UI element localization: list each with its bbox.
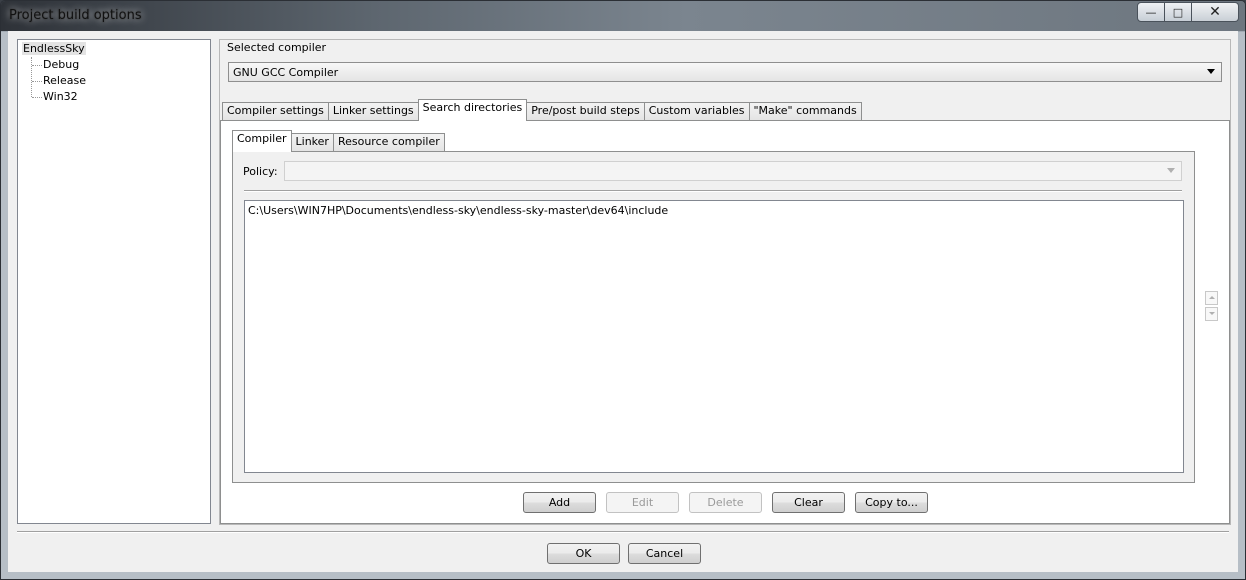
options-panel: Selected compiler GNU GCC Compiler Compi… — [219, 39, 1231, 525]
close-icon: ✕ — [1209, 4, 1221, 20]
minimize-button[interactable]: — — [1137, 2, 1165, 22]
clear-button[interactable]: Clear — [772, 492, 845, 513]
close-button[interactable]: ✕ — [1192, 2, 1239, 22]
edit-button[interactable]: Edit — [606, 492, 679, 513]
tab-compiler-settings[interactable]: Compiler settings — [222, 102, 329, 121]
compiler-dirs-page: Policy: C:\Users\WIN7HP\Documents\endles… — [232, 151, 1195, 483]
window-controls: — □ ✕ — [1137, 2, 1239, 22]
tree-connector — [32, 81, 42, 82]
tree-connector — [32, 97, 42, 98]
maximize-button[interactable]: □ — [1165, 2, 1192, 22]
tree-connector — [31, 57, 32, 97]
directories-list[interactable]: C:\Users\WIN7HP\Documents\endless-sky\en… — [244, 200, 1184, 473]
tab-resource-compiler[interactable]: Resource compiler — [332, 133, 445, 152]
divider — [17, 531, 1229, 533]
targets-tree[interactable]: EndlessSky Debug Release Win32 — [17, 39, 211, 524]
tree-item-release[interactable]: Release — [43, 74, 86, 87]
compiler-select-value: GNU GCC Compiler — [233, 66, 339, 79]
delete-button[interactable]: Delete — [689, 492, 762, 513]
chevron-down-icon — [1207, 69, 1215, 74]
tree-item-endlesssky[interactable]: EndlessSky — [22, 42, 86, 55]
move-down-button[interactable] — [1205, 307, 1218, 321]
copy-to-button[interactable]: Copy to... — [855, 492, 928, 513]
chevron-down-icon — [1167, 168, 1175, 173]
dialog-client-area: EndlessSky Debug Release Win32 Selected … — [8, 31, 1238, 572]
tab-linker-settings[interactable]: Linker settings — [327, 102, 419, 121]
move-up-button[interactable] — [1205, 291, 1218, 305]
policy-select[interactable] — [284, 161, 1182, 181]
arrow-up-icon — [1209, 296, 1215, 299]
tree-item-win32[interactable]: Win32 — [43, 90, 78, 103]
ok-button[interactable]: OK — [547, 543, 620, 564]
project-build-options-window: Project build options — □ ✕ EndlessSky D… — [0, 0, 1246, 580]
minimize-icon: — — [1145, 5, 1157, 19]
divider — [244, 190, 1182, 192]
tab-linker[interactable]: Linker — [290, 133, 334, 152]
arrow-down-icon — [1209, 312, 1215, 315]
cancel-button[interactable]: Cancel — [628, 543, 701, 564]
sub-tabs: Compiler Linker Resource compiler — [232, 130, 445, 152]
compiler-select[interactable]: GNU GCC Compiler — [228, 62, 1222, 82]
tab-compiler[interactable]: Compiler — [232, 130, 292, 152]
list-item[interactable]: C:\Users\WIN7HP\Documents\endless-sky\en… — [248, 204, 668, 217]
title-bar[interactable]: Project build options — □ ✕ — [1, 1, 1245, 31]
main-tabs: Compiler settings Linker settings Search… — [222, 99, 862, 121]
tab-pre-post-build-steps[interactable]: Pre/post build steps — [526, 102, 645, 121]
selected-compiler-label: Selected compiler — [227, 41, 327, 54]
tree-item-debug[interactable]: Debug — [43, 58, 79, 71]
tree-connector — [32, 65, 42, 66]
window-title: Project build options — [9, 8, 142, 23]
tab-search-directories[interactable]: Search directories — [417, 99, 528, 121]
search-directories-page: Compiler Linker Resource compiler Policy… — [220, 120, 1230, 524]
tab-custom-variables[interactable]: Custom variables — [643, 102, 750, 121]
tab-make-commands[interactable]: "Make" commands — [748, 102, 862, 121]
policy-label: Policy: — [243, 165, 278, 178]
add-button[interactable]: Add — [523, 492, 596, 513]
maximize-icon: □ — [1172, 5, 1184, 19]
